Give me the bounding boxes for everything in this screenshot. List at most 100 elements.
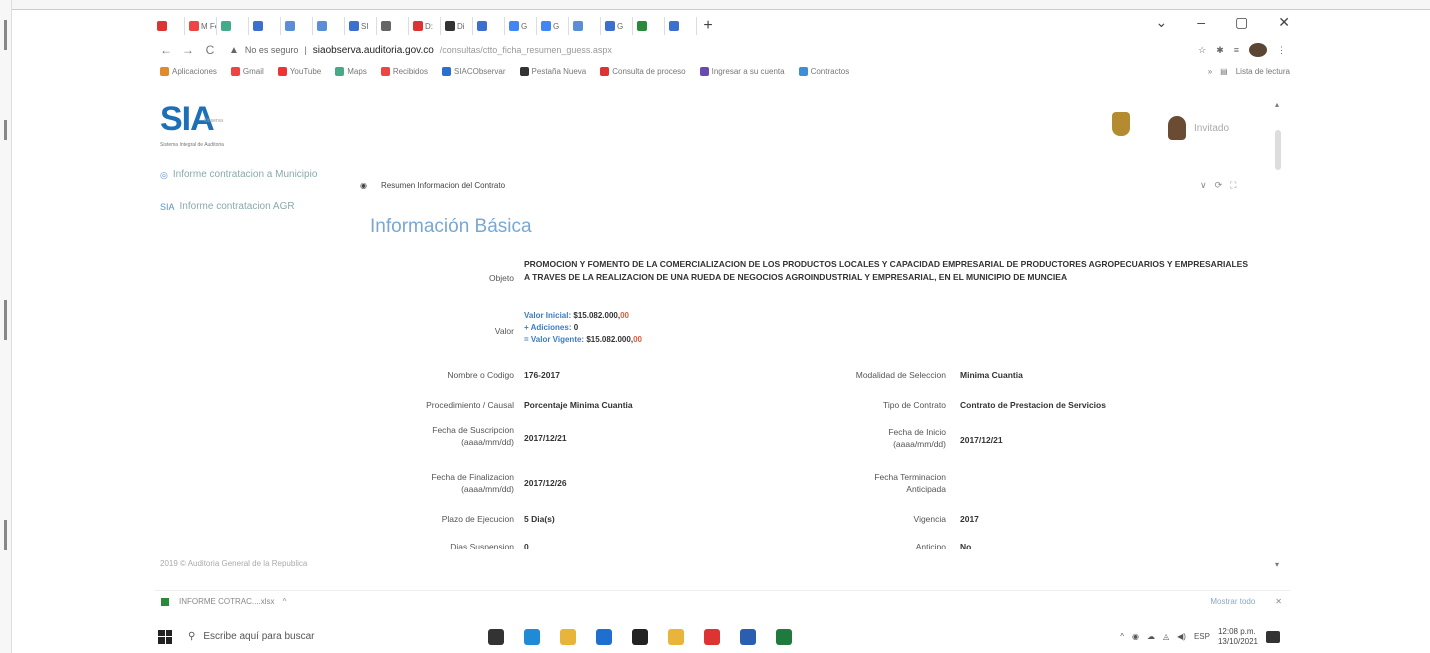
- field-label-suspension: Dias Suspension: [450, 542, 514, 552]
- browser-tab[interactable]: G: [539, 17, 569, 35]
- scroll-up-icon[interactable]: ▴: [1275, 100, 1279, 109]
- browser-tab[interactable]: G: [507, 17, 537, 35]
- scrollbar-thumb[interactable]: [1275, 130, 1281, 170]
- clock[interactable]: 12:08 p.m. 13/10/2021: [1218, 627, 1258, 647]
- notification-icon[interactable]: [1266, 630, 1280, 643]
- show-all-button[interactable]: Mostrar todo: [1210, 597, 1255, 606]
- panel-tools: ∨ ⟳ ⛶: [1200, 180, 1236, 191]
- reading-mode-icon[interactable]: ≡: [1234, 45, 1239, 55]
- search-placeholder: Escribe aquí para buscar: [203, 631, 315, 642]
- maximize-button[interactable]: ▢: [1235, 14, 1248, 31]
- bookmark-label: Ingresar a su cuenta: [711, 66, 785, 76]
- window-controls: ⌄ – ▢ ✕: [1156, 14, 1291, 31]
- sidebar: ◎ Informe contratacion a Municipio SIA Info…: [160, 168, 340, 232]
- word-icon[interactable]: [740, 628, 756, 645]
- sia-logo[interactable]: SIA Observa Sistema Integral de Auditori…: [160, 100, 240, 150]
- windows-start-icon[interactable]: [158, 629, 172, 644]
- new-tab-button[interactable]: +: [699, 17, 717, 35]
- objeto-label: Objeto: [488, 273, 514, 283]
- edge-icon[interactable]: [524, 628, 540, 645]
- bookmark-item[interactable]: Gmail: [230, 66, 264, 76]
- browser-tab[interactable]: SI: [347, 17, 377, 35]
- file-explorer-icon[interactable]: [560, 628, 576, 645]
- profile-avatar[interactable]: [1249, 43, 1267, 57]
- bookmark-item[interactable]: Contractos: [798, 66, 850, 76]
- bookmark-item[interactable]: Aplicaciones: [160, 66, 217, 76]
- browser-tab[interactable]: [667, 17, 697, 35]
- fullscreen-icon[interactable]: ⛶: [1230, 180, 1236, 191]
- tab-title: G: [521, 21, 528, 31]
- bookmark-label: Contractos: [810, 66, 850, 76]
- taskbar-apps: [488, 628, 792, 645]
- task-view-icon[interactable]: [488, 628, 504, 645]
- browser-tab[interactable]: [475, 17, 505, 35]
- field-label-terminacion: Fecha Terminacion Anticipada: [874, 472, 946, 494]
- browser-tab[interactable]: [219, 17, 249, 35]
- more-bookmarks-icon[interactable]: »: [1208, 67, 1212, 76]
- sidebar-item-icon: ◎: [160, 170, 168, 180]
- menu-icon[interactable]: ⋮: [1277, 45, 1286, 56]
- close-download-bar-button[interactable]: ✕: [1275, 597, 1282, 606]
- reload-button[interactable]: C: [199, 43, 221, 57]
- browser-tab[interactable]: D:: [411, 17, 441, 35]
- valor-inicial-cents: 00: [620, 311, 629, 320]
- volume-icon[interactable]: ◀): [1177, 632, 1186, 641]
- network-icon[interactable]: ◉: [1132, 632, 1139, 641]
- warning-icon[interactable]: ▲: [229, 45, 239, 56]
- extensions-icon[interactable]: ✱: [1216, 45, 1224, 56]
- url-host: siaobserva.auditoria.gov.co: [312, 44, 434, 56]
- reading-list-button[interactable]: Lista de lectura: [1236, 67, 1290, 76]
- chevron-down-icon[interactable]: ⌄: [1156, 14, 1168, 31]
- browser-tab[interactable]: [283, 17, 313, 35]
- bookmark-item[interactable]: SIACObservar: [441, 66, 506, 76]
- back-button[interactable]: ←: [155, 43, 177, 57]
- bookmark-item[interactable]: Pestaña Nueva: [519, 66, 586, 76]
- bookmark-item[interactable]: Maps: [335, 66, 367, 76]
- cloud-icon[interactable]: ☁: [1147, 632, 1155, 641]
- browser-tab[interactable]: Di: [443, 17, 473, 35]
- user-menu[interactable]: Invitado: [1168, 116, 1229, 140]
- sidebar-item[interactable]: ◎ Informe contratacion a Municipio: [160, 168, 340, 182]
- tab-title: D:: [425, 21, 433, 31]
- tray-chevron-icon[interactable]: ^: [1120, 632, 1124, 641]
- field-label-suscripcion: Fecha de Suscripcion (aaaa/mm/dd): [432, 425, 514, 447]
- star-icon[interactable]: ☆: [1198, 45, 1206, 56]
- browser-tab[interactable]: [379, 17, 409, 35]
- reading-list-icon[interactable]: ▤: [1220, 67, 1228, 76]
- page-scrollbar[interactable]: ▴ ▾: [1275, 100, 1283, 580]
- download-item[interactable]: INFORME COTRAC....xlsx: [179, 597, 275, 606]
- refresh-icon[interactable]: ⟳: [1215, 180, 1223, 191]
- breadcrumb: ◉ Resumen Informacion del Contrato: [360, 181, 505, 190]
- browser-tab[interactable]: [315, 17, 345, 35]
- bookmark-item[interactable]: Consulta de proceso: [600, 66, 686, 76]
- minimize-button[interactable]: –: [1197, 14, 1205, 31]
- wifi-icon[interactable]: ◬: [1163, 632, 1169, 641]
- url-field[interactable]: ▲ No es seguro | siaobserva.auditoria.go…: [221, 45, 1198, 56]
- bookmark-item[interactable]: Recibidos: [380, 66, 428, 76]
- scroll-down-icon[interactable]: ▾: [1275, 560, 1279, 569]
- collapse-icon[interactable]: ∨: [1200, 180, 1207, 191]
- sidebar-item[interactable]: SIA Informe contratacion AGR: [160, 200, 340, 214]
- taskbar-search[interactable]: ⚲ Escribe aquí para buscar: [188, 631, 448, 642]
- close-window-button[interactable]: ✕: [1278, 14, 1290, 31]
- address-bar: ← → C ▲ No es seguro | siaobserva.audito…: [155, 40, 1290, 60]
- tab-title: G: [553, 21, 560, 31]
- forward-button[interactable]: →: [177, 43, 199, 57]
- browser-tab[interactable]: [571, 17, 601, 35]
- field-value-suspension: 0: [524, 542, 529, 552]
- adiciones-label: + Adiciones:: [524, 323, 572, 332]
- store-icon[interactable]: [632, 628, 648, 645]
- browser-tab[interactable]: M Fc: [187, 17, 217, 35]
- browser-tab[interactable]: G: [603, 17, 633, 35]
- bookmark-item[interactable]: YouTube: [277, 66, 321, 76]
- browser-tab[interactable]: [155, 17, 185, 35]
- language-indicator[interactable]: ESP: [1194, 632, 1210, 641]
- bookmark-item[interactable]: Ingresar a su cuenta: [699, 66, 785, 76]
- browser-tab[interactable]: [251, 17, 281, 35]
- excel-icon[interactable]: [776, 628, 792, 645]
- chevron-up-icon[interactable]: ^: [283, 597, 287, 606]
- mail-icon[interactable]: [596, 628, 612, 645]
- chrome-icon[interactable]: [668, 628, 684, 645]
- chrome-2-icon[interactable]: [704, 628, 720, 645]
- browser-tab[interactable]: [635, 17, 665, 35]
